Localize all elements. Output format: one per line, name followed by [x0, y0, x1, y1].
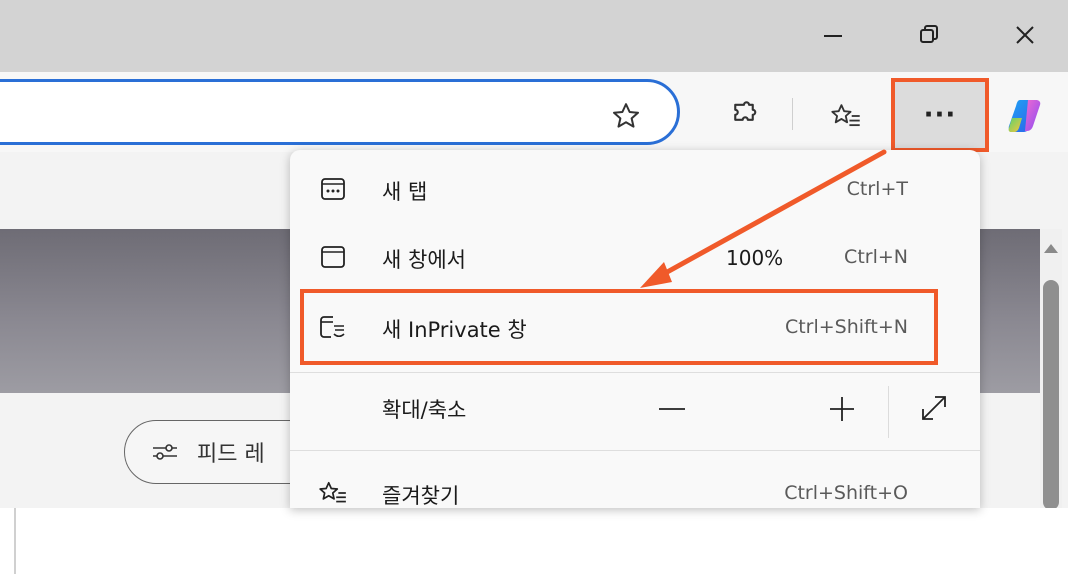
annotation-arrow	[640, 149, 887, 288]
arrow-head-icon	[640, 262, 672, 288]
